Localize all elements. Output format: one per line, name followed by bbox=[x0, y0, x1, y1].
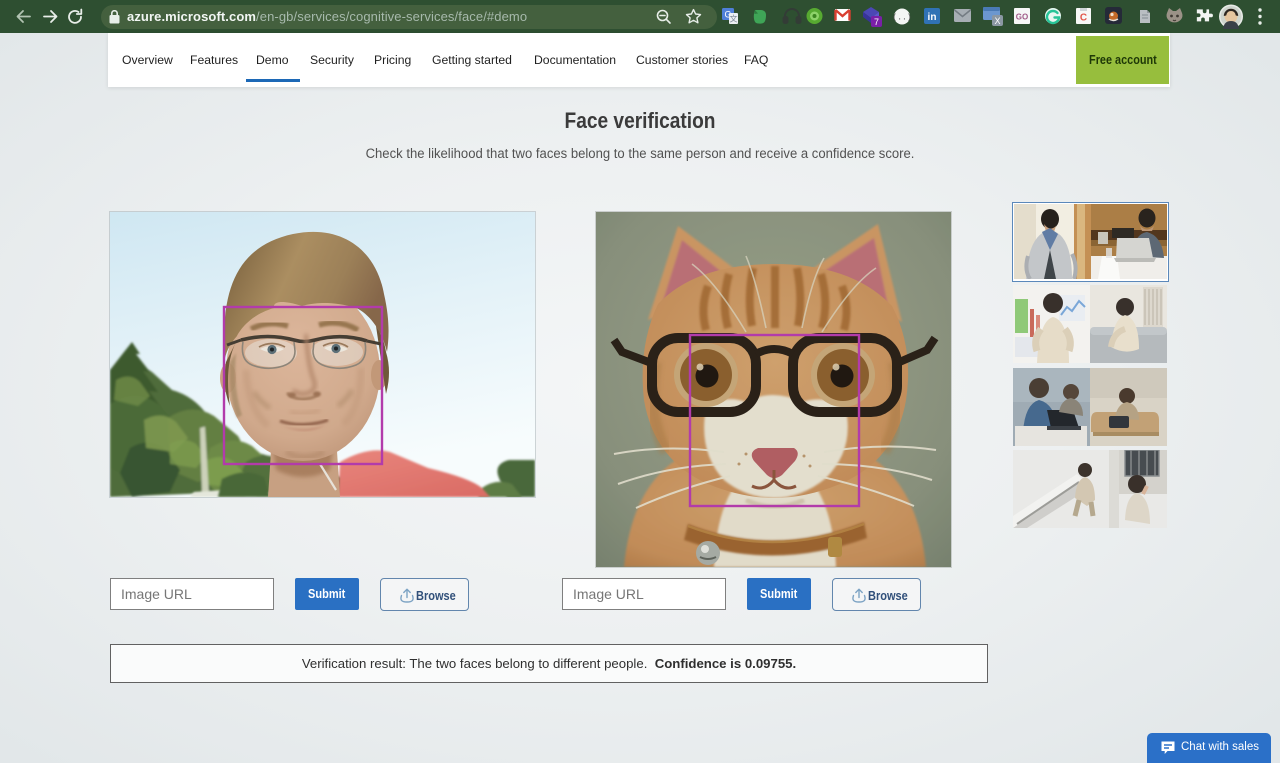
svg-text:文: 文 bbox=[730, 14, 738, 24]
svg-text:GO: GO bbox=[1016, 13, 1028, 22]
svg-text:7: 7 bbox=[874, 17, 879, 27]
svg-text:C: C bbox=[1080, 13, 1087, 24]
svg-text:(..): (..) bbox=[892, 14, 911, 23]
svg-text:in: in bbox=[928, 12, 937, 23]
svg-text:X: X bbox=[994, 16, 1000, 26]
